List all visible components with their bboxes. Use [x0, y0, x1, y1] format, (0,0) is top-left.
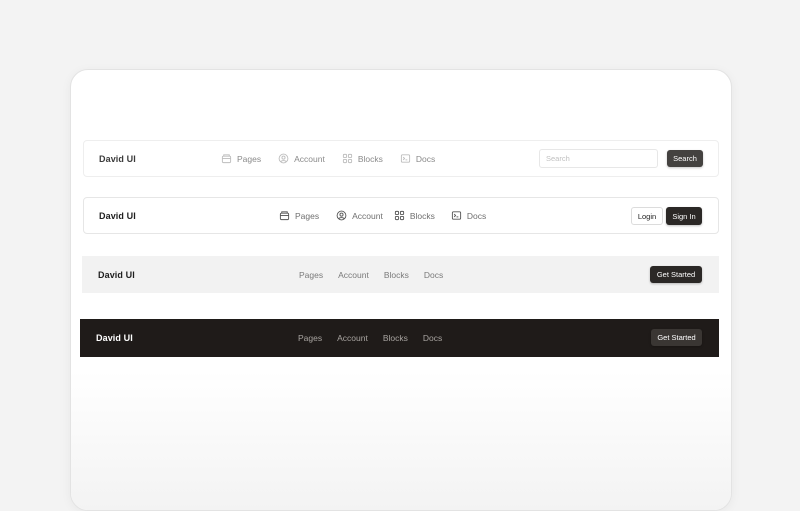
bottom-fade — [71, 370, 731, 510]
pages-icon — [221, 154, 232, 164]
nav-link-label: Blocks — [409, 210, 435, 221]
nav-link-pages[interactable]: Pages — [279, 210, 319, 221]
blocks-icon — [342, 153, 352, 164]
nav-links: Pages Account Blocks Docs — [279, 210, 486, 221]
nav-links: Pages Account Blocks Docs — [221, 153, 435, 164]
nav-link-label: Docs — [466, 210, 487, 221]
nav-link-label: Docs — [415, 153, 436, 164]
nav-link-account[interactable]: Account — [336, 210, 383, 221]
nav-link-label: Account — [294, 153, 325, 164]
nav-links: Pages Account Blocks Docs — [298, 333, 442, 343]
brand-logo[interactable]: David UI — [96, 333, 133, 343]
preview-card: David UI Pages Account Blocks Docs Searc… — [70, 69, 732, 511]
nav-link-blocks[interactable]: Blocks — [384, 270, 409, 280]
nav-link-label: Account — [338, 269, 369, 280]
nav-link-pages[interactable]: Pages — [299, 270, 323, 280]
nav-link-account[interactable]: Account — [278, 153, 325, 164]
nav-link-account[interactable]: Account — [337, 333, 368, 343]
get-started-button[interactable]: Get Started — [651, 329, 702, 346]
search-button[interactable]: Search — [667, 150, 703, 167]
brand-logo[interactable]: David UI — [98, 270, 135, 280]
brand-logo[interactable]: David UI — [99, 154, 136, 164]
navbar-with-search: David UI Pages Account Blocks Docs Searc… — [83, 140, 719, 177]
nav-link-account[interactable]: Account — [338, 270, 369, 280]
nav-link-label: Blocks — [383, 269, 409, 280]
nav-link-pages[interactable]: Pages — [221, 153, 261, 164]
get-started-button[interactable]: Get Started — [650, 266, 702, 283]
nav-link-docs[interactable]: Docs — [423, 333, 442, 343]
nav-link-docs[interactable]: Docs — [451, 210, 486, 221]
navbar-light-cta: David UI Pages Account Blocks Docs Get S… — [82, 256, 719, 293]
blocks-icon — [394, 210, 404, 221]
account-icon — [278, 153, 289, 164]
nav-link-label: Docs — [422, 333, 443, 343]
docs-icon — [451, 211, 461, 220]
docs-icon — [400, 154, 410, 163]
signin-button[interactable]: Sign In — [666, 207, 702, 225]
navbar-dark-cta: David UI Pages Account Blocks Docs Get S… — [80, 319, 719, 357]
nav-link-docs[interactable]: Docs — [400, 153, 435, 164]
nav-links: Pages Account Blocks Docs — [299, 270, 443, 280]
nav-link-pages[interactable]: Pages — [298, 333, 322, 343]
navbar-with-auth: David UI Pages Account Blocks Docs Login… — [83, 197, 719, 234]
nav-link-label: Blocks — [357, 153, 383, 164]
nav-link-label: Pages — [237, 153, 262, 164]
brand-logo[interactable]: David UI — [99, 211, 136, 221]
pages-icon — [279, 211, 290, 221]
nav-link-label: Account — [352, 210, 383, 221]
nav-link-label: Docs — [423, 269, 444, 280]
nav-link-blocks[interactable]: Blocks — [394, 210, 435, 221]
account-icon — [336, 210, 347, 221]
nav-link-blocks[interactable]: Blocks — [383, 333, 408, 343]
nav-link-label: Blocks — [382, 333, 408, 343]
nav-link-label: Pages — [299, 269, 324, 280]
nav-link-label: Account — [337, 333, 368, 343]
nav-link-blocks[interactable]: Blocks — [342, 153, 383, 164]
nav-link-label: Pages — [295, 210, 320, 221]
login-button[interactable]: Login — [631, 207, 663, 225]
search-input[interactable] — [539, 149, 658, 168]
nav-link-label: Pages — [298, 333, 323, 343]
nav-link-docs[interactable]: Docs — [424, 270, 443, 280]
